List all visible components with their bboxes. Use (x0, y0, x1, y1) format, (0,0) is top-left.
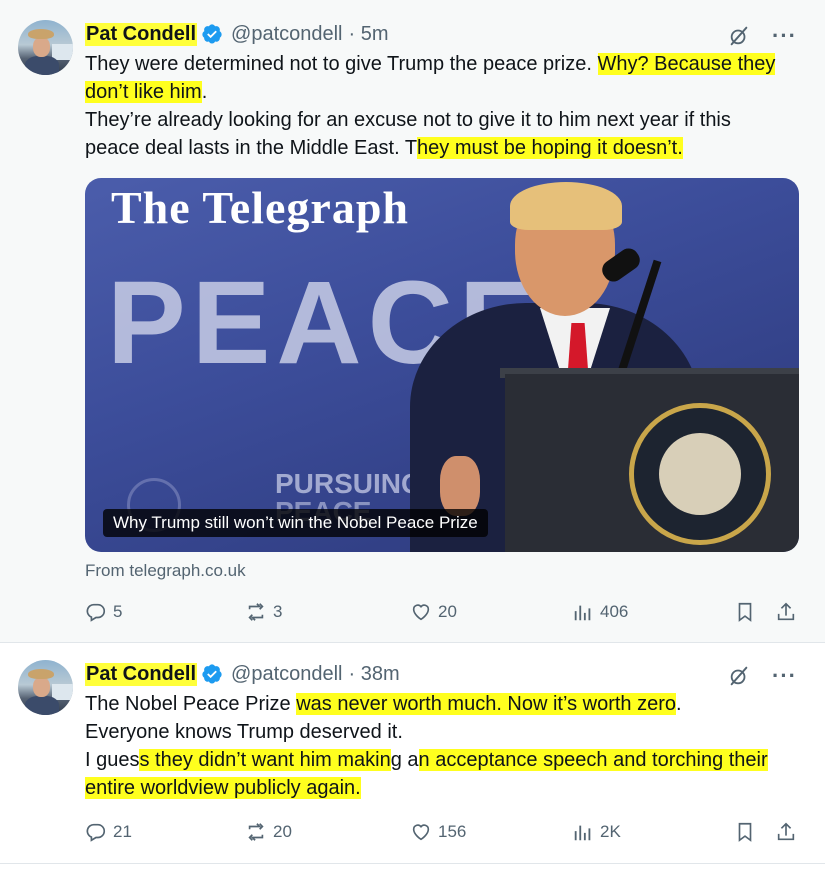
bookmark-icon (738, 822, 752, 842)
repost-button[interactable]: 20 (245, 817, 292, 847)
more-options-icon[interactable]: ··· (772, 663, 797, 689)
view-count: 2K (600, 822, 621, 841)
tweet-header: Pat Condell @patcondell · 5m (85, 22, 389, 46)
reply-button[interactable]: 5 (85, 597, 122, 627)
author-handle[interactable]: @patcondell (231, 663, 342, 686)
card-source[interactable]: From telegraph.co.uk (85, 559, 246, 583)
reply-count: 21 (113, 822, 132, 841)
share-button[interactable] (775, 817, 797, 847)
like-button[interactable]: 156 (410, 817, 466, 847)
bookmark-icon (738, 602, 752, 622)
heart-icon (412, 604, 430, 621)
avatar[interactable] (18, 20, 73, 75)
like-count: 156 (438, 822, 467, 841)
reply-count: 5 (113, 602, 123, 621)
tweet-paragraph: I guess they didn’t want him making an a… (85, 746, 785, 802)
views-chart-icon (574, 825, 591, 841)
tweet-top-actions: ··· (728, 23, 797, 49)
avatar[interactable] (18, 660, 73, 715)
tweet-text: They were determined not to give Trump t… (85, 50, 785, 162)
reply-button[interactable]: 21 (85, 817, 132, 847)
author-name[interactable]: Pat Condell (85, 662, 198, 686)
grok-icon[interactable] (728, 25, 750, 47)
link-card[interactable]: PEACE PURSUING PEACE The Telegraph Why T… (85, 178, 799, 552)
share-icon (777, 602, 795, 621)
card-masthead-logo: The Telegraph (111, 182, 410, 233)
tweet-actions: 5 3 20 406 (85, 597, 805, 627)
share-icon (777, 822, 795, 841)
tweet-text-segment: g a (390, 749, 419, 771)
highlighted-text: hey must be hoping it doesn’t. (417, 137, 683, 159)
like-count: 20 (438, 602, 457, 621)
verified-badge-icon (202, 664, 222, 684)
divider (0, 863, 825, 864)
tweet[interactable]: Pat Condell @patcondell · 5m ··· They we… (0, 0, 825, 642)
reply-icon (86, 603, 106, 622)
verified-badge-icon (202, 24, 222, 44)
repost-icon (248, 823, 264, 841)
repost-count: 20 (273, 822, 292, 841)
reply-icon (86, 823, 106, 842)
like-button[interactable]: 20 (410, 597, 457, 627)
tweet-text-segment: . (676, 693, 682, 715)
timestamp[interactable]: · 38m (349, 663, 400, 686)
timestamp[interactable]: · 5m (349, 23, 389, 46)
more-options-icon[interactable]: ··· (772, 23, 797, 49)
tweet-text-segment: They were determined not to give Trump t… (85, 53, 598, 75)
author-handle[interactable]: @patcondell (231, 23, 342, 46)
tweet-top-actions: ··· (728, 663, 797, 689)
tweet-actions: 21 20 156 2K (85, 817, 805, 847)
share-button[interactable] (775, 597, 797, 627)
tweet-paragraph: They’re already looking for an excuse no… (85, 106, 785, 162)
heart-icon (412, 824, 430, 841)
tweet-text-segment: . (201, 81, 208, 103)
grok-icon[interactable] (728, 665, 750, 687)
card-caption[interactable]: Why Trump still won’t win the Nobel Peac… (103, 509, 488, 537)
tweet[interactable]: Pat Condell @patcondell · 38m ··· The No… (0, 643, 825, 863)
tweet-text-segment: Everyone knows Trump deserved it. (85, 721, 403, 743)
highlighted-text: s they didn’t want him makin (139, 749, 391, 771)
views-chart-icon (574, 605, 591, 621)
highlighted-text: was never worth much. Now it’s worth zer… (296, 693, 676, 715)
views-button[interactable]: 2K (572, 817, 621, 847)
tweet-text-segment: I gues (85, 749, 140, 771)
views-button[interactable]: 406 (572, 597, 628, 627)
card-backdrop-sub: PURSUING (275, 468, 423, 499)
tweet-text-segment: The Nobel Peace Prize (85, 693, 297, 715)
tweet-header: Pat Condell @patcondell · 38m (85, 662, 400, 686)
repost-icon (248, 603, 264, 621)
tweet-text: The Nobel Peace Prize was never worth mu… (85, 690, 785, 802)
tweet-paragraph: Everyone knows Trump deserved it. (85, 718, 785, 746)
author-name[interactable]: Pat Condell (85, 22, 198, 46)
repost-count: 3 (273, 602, 283, 621)
tweet-paragraph: The Nobel Peace Prize was never worth mu… (85, 690, 785, 718)
bookmark-button[interactable] (734, 817, 756, 847)
bookmark-button[interactable] (734, 597, 756, 627)
view-count: 406 (600, 602, 629, 621)
repost-button[interactable]: 3 (245, 597, 282, 627)
scroll-gutter (825, 0, 839, 883)
tweet-paragraph: They were determined not to give Trump t… (85, 50, 785, 106)
